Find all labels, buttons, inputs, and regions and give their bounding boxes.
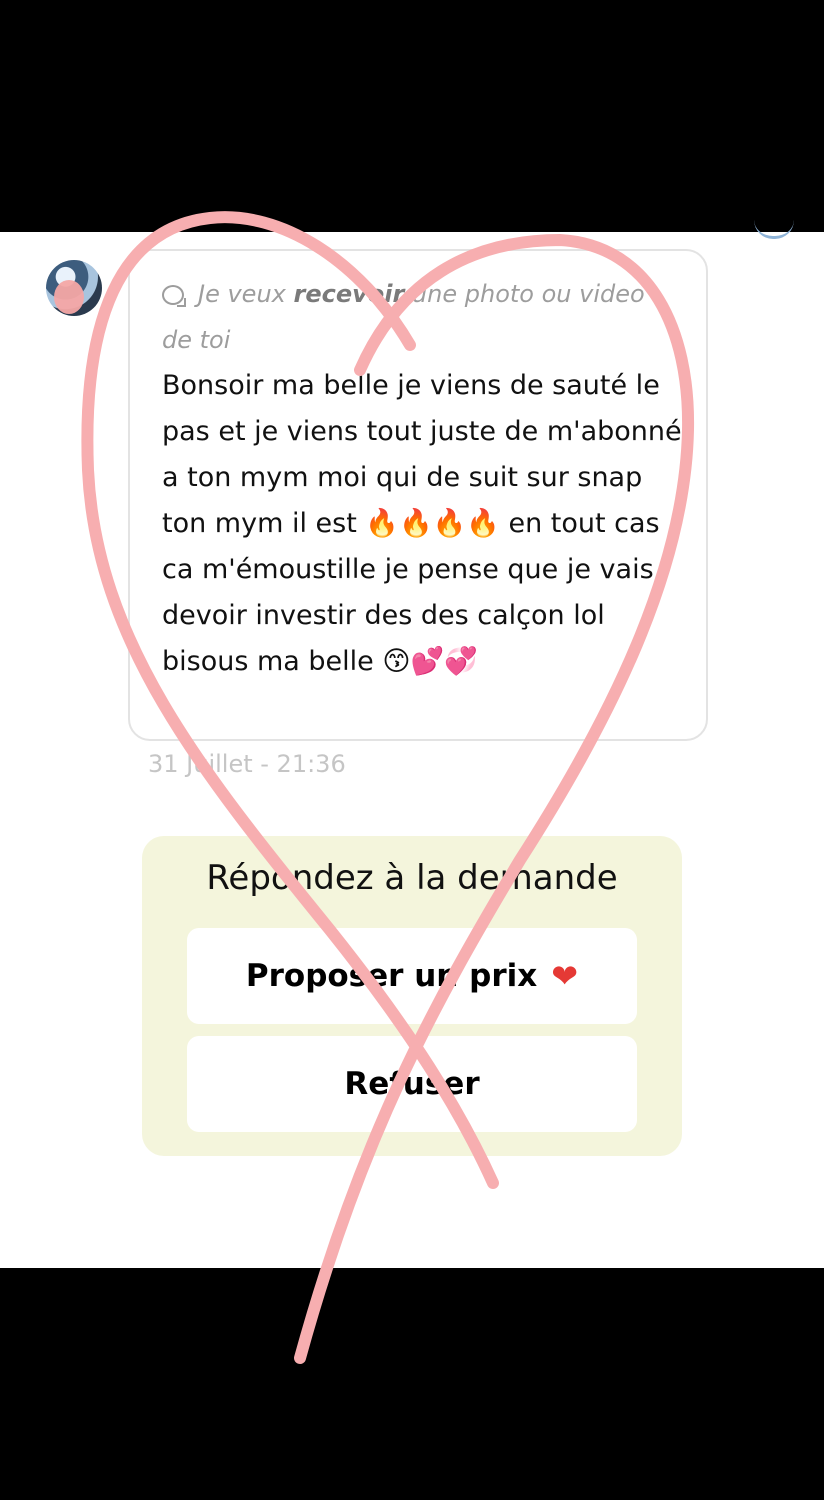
message-timestamp: 31 Juillet - 21:36 bbox=[148, 750, 346, 778]
propose-price-button[interactable]: Proposer un prix ❤ bbox=[187, 928, 637, 1024]
speech-bubble-icon bbox=[162, 285, 186, 307]
message-bubble: Je veux recevoir une photo ou video de t… bbox=[128, 249, 708, 741]
bottom-black-bar bbox=[0, 1268, 824, 1500]
top-black-bar bbox=[0, 0, 824, 232]
refuse-label: Refuser bbox=[344, 1066, 480, 1102]
response-title: Répondez à la demande bbox=[206, 858, 618, 898]
heart-icon: ❤ bbox=[551, 957, 579, 995]
response-panel: Répondez à la demande Proposer un prix ❤… bbox=[142, 836, 682, 1156]
refuse-button[interactable]: Refuser bbox=[187, 1036, 637, 1132]
request-type: Je veux recevoir une photo ou video de t… bbox=[162, 271, 682, 363]
propose-price-label: Proposer un prix bbox=[245, 958, 538, 994]
request-text-prefix: Je veux bbox=[198, 280, 294, 308]
request-text-bold: recevoir bbox=[293, 280, 405, 308]
message-body: Bonsoir ma belle je viens de sauté le pa… bbox=[162, 370, 682, 677]
avatar[interactable] bbox=[46, 260, 102, 316]
